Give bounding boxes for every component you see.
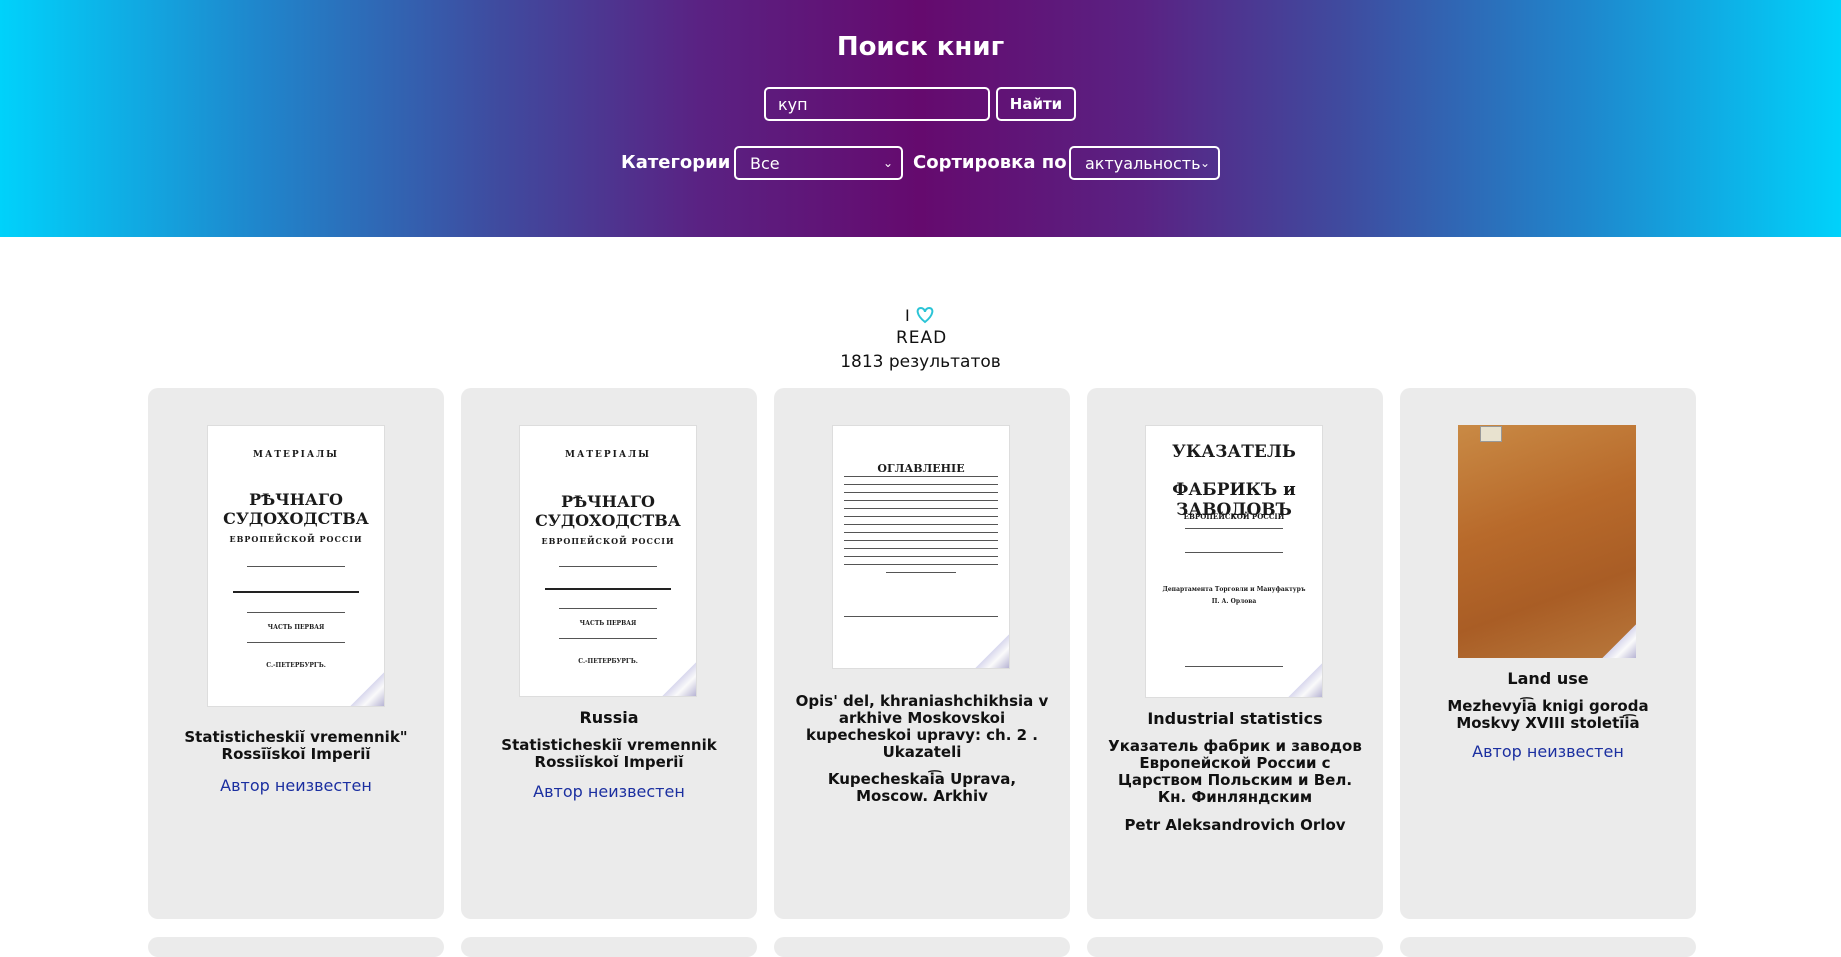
sort-label: Сортировка по <box>913 152 1067 173</box>
book-title: Opis' del, khraniashchikhsia v arkhive M… <box>795 692 1049 761</box>
book-author-link[interactable]: Автор неизвестен <box>477 782 741 801</box>
book-card[interactable] <box>1087 937 1383 957</box>
book-card[interactable]: МАТЕРІАЛЫ РѢЧНАГО СУДОХОДСТВА ЕВРОПЕЙСКО… <box>148 388 444 919</box>
page-title: Поиск книг <box>836 32 1005 62</box>
logo-i: I <box>905 306 910 325</box>
logo-read: READ <box>896 328 947 345</box>
book-author: Kupecheskai͡a Uprava, Moscow. Arkhiv <box>827 770 1017 805</box>
card-text: Russia Statisticheskiĭ vremennik Rossiĭs… <box>477 708 741 801</box>
search-button[interactable]: Найти <box>996 87 1076 121</box>
book-card[interactable]: МАТЕРІАЛЫ РѢЧНАГО СУДОХОДСТВА ЕВРОПЕЙСКО… <box>461 388 757 919</box>
card-text: Industrial statistics Указатель фабрик и… <box>1103 709 1367 834</box>
card-text: Opis' del, khraniashchikhsia v arkhive M… <box>790 693 1054 805</box>
book-card[interactable]: УКАЗАТЕЛЬ ФАБРИКЪ и ЗАВОДОВЪ ЕВРОПЕЙСКОЙ… <box>1087 388 1383 919</box>
i-love-read-logo: I READ <box>896 306 947 345</box>
book-author-link[interactable]: Автор неизвестен <box>164 776 428 795</box>
book-title: Statisticheskiĭ vremennik" Rossīĭskoĭ Im… <box>184 728 408 763</box>
book-cover-image[interactable]: МАТЕРІАЛЫ РѢЧНАГО СУДОХОДСТВА ЕВРОПЕЙСКО… <box>519 425 697 697</box>
category-select-value: Все <box>750 153 780 173</box>
book-category: Land use <box>1507 669 1589 688</box>
book-title: Указатель фабрик и заводов Европейской Р… <box>1108 737 1362 806</box>
book-card[interactable] <box>148 937 444 957</box>
category-select[interactable]: Все ⌄ <box>734 146 903 180</box>
book-title: Mezhevyi͡a knigi goroda Moskvy XVIII sto… <box>1447 697 1649 732</box>
book-card[interactable] <box>1400 937 1696 957</box>
book-author-link[interactable]: Автор неизвестен <box>1416 742 1680 761</box>
heart-icon <box>916 306 934 324</box>
book-card[interactable]: Land use Mezhevyi͡a knigi goroda Moskvy … <box>1400 388 1696 919</box>
chevron-down-icon: ⌄ <box>882 156 893 170</box>
card-text: Land use Mezhevyi͡a knigi goroda Moskvy … <box>1416 669 1680 761</box>
book-card[interactable] <box>461 937 757 957</box>
card-text: Statisticheskiĭ vremennik" Rossīĭskoĭ Im… <box>164 728 428 796</box>
results-count: 1813 результатов <box>840 352 1001 372</box>
book-author: Petr Aleksandrovich Orlov <box>1124 816 1346 834</box>
book-category: Russia <box>579 708 639 727</box>
book-title: Statisticheskiĭ vremennik Rossiĭskoĭ Imp… <box>501 736 717 771</box>
book-card[interactable] <box>774 937 1070 957</box>
book-category: Industrial statistics <box>1147 709 1323 728</box>
book-cover-image[interactable]: МАТЕРІАЛЫ РѢЧНАГО СУДОХОДСТВА ЕВРОПЕЙСКО… <box>207 425 385 707</box>
book-cover-image[interactable]: ОГЛАВЛЕНІЕ <box>832 425 1010 669</box>
sort-select[interactable]: актуальность ⌄ <box>1069 146 1220 180</box>
book-cover-image[interactable]: УКАЗАТЕЛЬ ФАБРИКЪ и ЗАВОДОВЪ ЕВРОПЕЙСКОЙ… <box>1145 425 1323 698</box>
chevron-down-icon: ⌄ <box>1199 156 1210 170</box>
search-header: Поиск книг Найти Категории Все ⌄ Сортиро… <box>0 0 1841 237</box>
book-cover-image[interactable] <box>1458 425 1636 658</box>
sort-select-value: актуальность <box>1085 153 1201 173</box>
search-input[interactable] <box>764 87 990 121</box>
book-card[interactable]: ОГЛАВЛЕНІЕ Opis' del, khraniashchikhsia … <box>774 388 1070 919</box>
category-label: Категории <box>621 152 731 173</box>
